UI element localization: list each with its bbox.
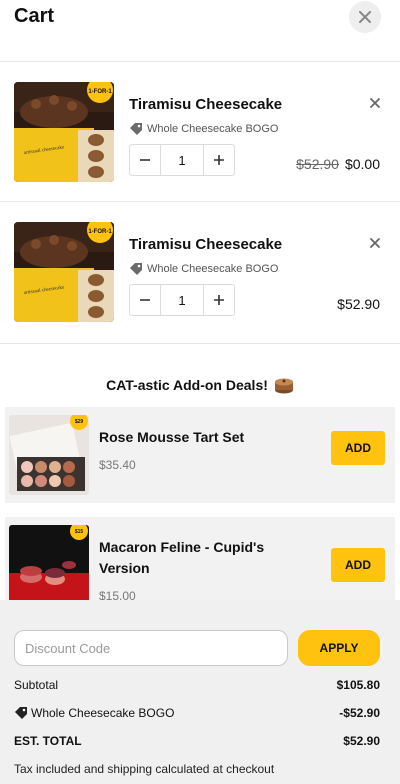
promo-label: Whole Cheesecake BOGO (147, 123, 279, 135)
addon-heading: CAT-astic Add-on Deals! (0, 376, 400, 394)
product-image: 1-FOR-1 artisanal cheesecake (14, 222, 114, 322)
addon-image: $15 (9, 525, 89, 600)
cake-icon (274, 378, 293, 394)
addon-price: $35.40 (99, 458, 136, 472)
current-price: $52.90 (337, 296, 380, 312)
increase-quantity-button[interactable] (204, 285, 234, 315)
addon-card: $15 Macaron Feline - Cupid's Version $15… (5, 517, 395, 600)
promo-badge: 1-FOR-1 (88, 229, 112, 235)
addon-image: $29 (9, 415, 89, 495)
decrease-quantity-button[interactable] (130, 285, 160, 315)
addon-name: Macaron Feline - Cupid's Version (99, 539, 265, 576)
promo-label: Whole Cheesecake BOGO (147, 263, 279, 275)
discount-value: -$52.90 (339, 706, 380, 720)
subtotal-value: $105.80 (336, 678, 380, 692)
subtotal-label: Subtotal (14, 678, 59, 692)
total-row: EST. TOTAL $52.90 (14, 734, 380, 748)
close-icon (359, 11, 371, 23)
tag-icon (15, 707, 27, 719)
addon-badge: $29 (75, 419, 84, 425)
addon-heading-text: CAT-astic Add-on Deals! (106, 377, 268, 393)
tax-note: Tax included and shipping calculated at … (14, 762, 275, 776)
cart-item-promo: Whole Cheesecake BOGO (129, 122, 278, 136)
current-price: $0.00 (344, 156, 380, 172)
discount-label: Whole Cheesecake BOGO (31, 706, 175, 720)
checkout-summary: APPLY Subtotal $105.80 Whole Cheesecake … (0, 600, 400, 784)
cart-item: 1-FOR-1 artisanal cheesecake Tiramisu Ch… (0, 62, 400, 202)
cart-item-price: $52.90 (337, 296, 380, 312)
discount-row: Whole Cheesecake BOGO -$52.90 (14, 706, 380, 720)
cart-item-promo: Whole Cheesecake BOGO (129, 262, 278, 276)
promo-badge: 1-FOR-1 (88, 89, 112, 95)
tag-icon (130, 123, 142, 135)
quantity-value[interactable]: 1 (160, 145, 204, 175)
quantity-stepper: 1 (129, 284, 235, 316)
cart-item-price: $52.90 $0.00 (296, 156, 380, 172)
product-image: 1-FOR-1 artisanal cheesecake (14, 82, 114, 182)
subtotal-row: Subtotal $105.80 (14, 678, 380, 692)
quantity-value[interactable]: 1 (160, 285, 204, 315)
minus-icon (140, 299, 150, 301)
remove-icon[interactable] (368, 236, 382, 250)
decrease-quantity-button[interactable] (130, 145, 160, 175)
cart-item-name: Tiramisu Cheesecake (129, 236, 283, 253)
addon-deals-section: CAT-astic Add-on Deals! $29 Rose Mousse … (0, 345, 400, 600)
addon-badge: $15 (75, 529, 84, 535)
tag-icon (130, 263, 142, 275)
total-value: $52.90 (343, 734, 380, 748)
original-price: $52.90 (296, 156, 339, 172)
add-addon-button[interactable]: ADD (331, 548, 385, 582)
discount-code-input[interactable] (14, 630, 288, 666)
cart-item-name: Tiramisu Cheesecake (129, 96, 283, 113)
close-cart-button[interactable] (349, 1, 381, 33)
increase-quantity-button[interactable] (204, 145, 234, 175)
remove-icon[interactable] (368, 96, 382, 110)
plus-icon (214, 155, 224, 165)
addon-card: $29 Rose Mousse Tart Set $35.40 ADD (5, 407, 395, 503)
plus-icon (214, 295, 224, 305)
cart-header: Cart (0, 0, 400, 62)
add-addon-button[interactable]: ADD (331, 431, 385, 465)
page-title: Cart (14, 5, 55, 27)
addon-price: $15.00 (99, 589, 136, 600)
addon-name: Rose Mousse Tart Set (99, 429, 245, 445)
cart-item: 1-FOR-1 artisanal cheesecake Tiramisu Ch… (0, 202, 400, 344)
total-label: EST. TOTAL (14, 734, 82, 748)
quantity-stepper: 1 (129, 144, 235, 176)
apply-discount-button[interactable]: APPLY (298, 630, 380, 666)
minus-icon (140, 159, 150, 161)
